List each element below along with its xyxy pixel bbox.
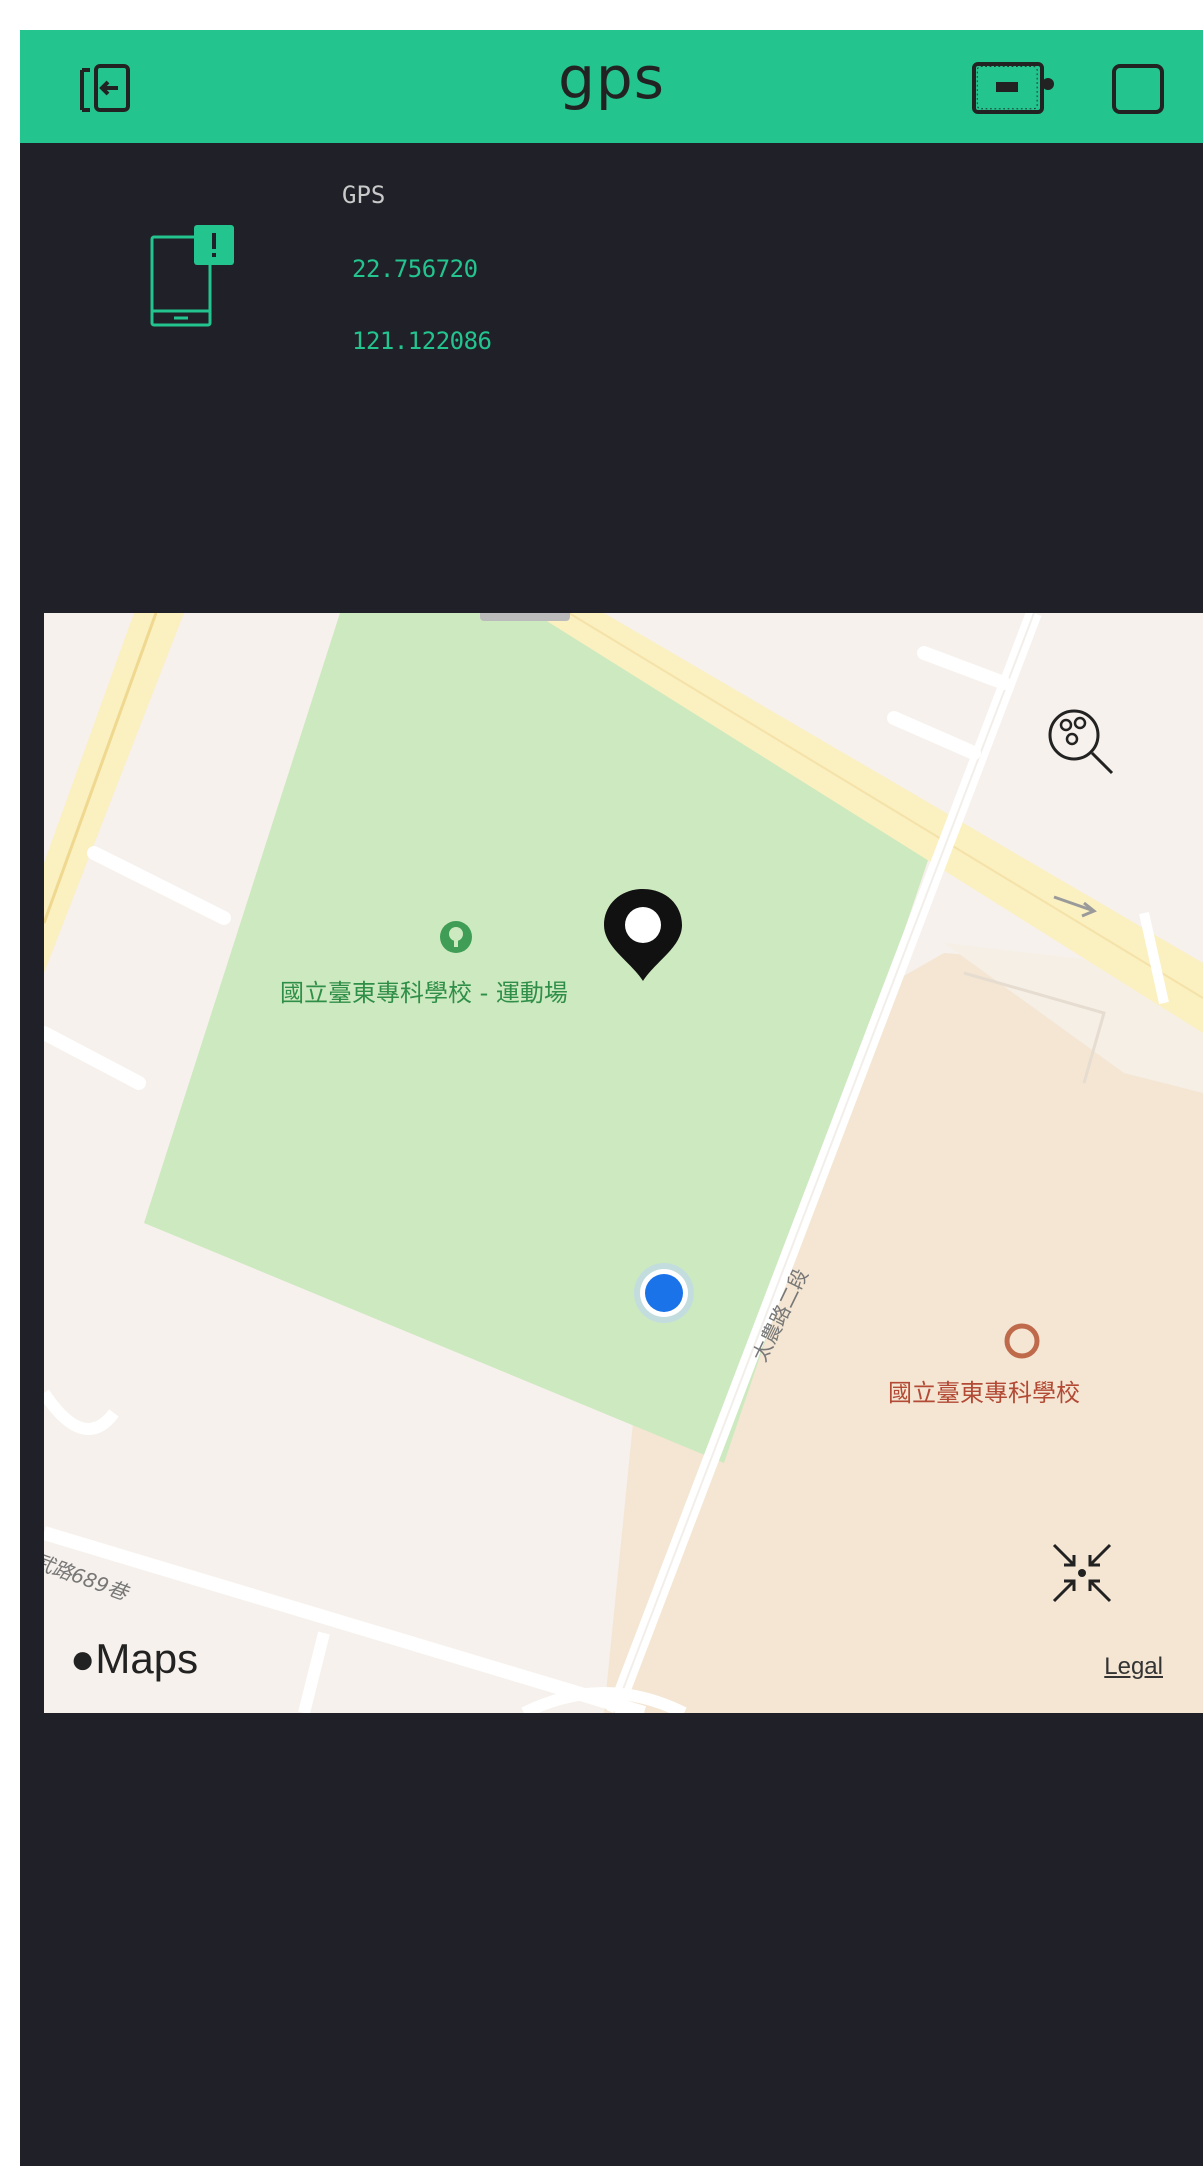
longitude-value: 121.122086 [352,327,492,355]
apple-logo-icon: ● [70,1635,96,1682]
recenter-icon [1052,1543,1112,1603]
settings-button[interactable] [1102,52,1174,124]
top-bar: gps [20,30,1203,143]
map-pin-icon[interactable] [600,885,686,985]
recenter-button[interactable] [1042,1533,1122,1613]
user-location-icon[interactable] [632,1261,696,1325]
campus-label[interactable]: 國立臺東專科學校 [888,1373,1080,1408]
map-view[interactable]: 國立臺東專科學校 - 運動場 國立臺東專科學校 太農路二段 武路689巷 ●Ma… [44,613,1203,1713]
device-status-icon [972,62,1054,114]
map-handle [480,613,570,621]
gps-widget[interactable]: GPS 22.756720 121.122086 [20,143,1203,603]
park-icon [440,921,472,953]
maps-logo-text: Maps [95,1635,199,1682]
search-places-button[interactable] [1040,701,1120,781]
device-status-button[interactable] [968,52,1058,124]
square-icon [1112,64,1164,114]
latitude-value: 22.756720 [352,255,478,283]
phone-notification-icon [150,225,234,327]
campus-icon [1004,1323,1040,1359]
gps-label: GPS [342,181,386,209]
map-tiles [44,613,1203,1713]
maps-logo: ●Maps [70,1635,198,1683]
legal-link[interactable]: Legal [1104,1653,1163,1681]
search-places-icon [1048,709,1114,775]
app-screen: gps GPS 22.756720 121.122086 國立臺東專科學校 - … [20,30,1203,2166]
park-label[interactable]: 國立臺東專科學校 - 運動場 [280,973,568,1008]
